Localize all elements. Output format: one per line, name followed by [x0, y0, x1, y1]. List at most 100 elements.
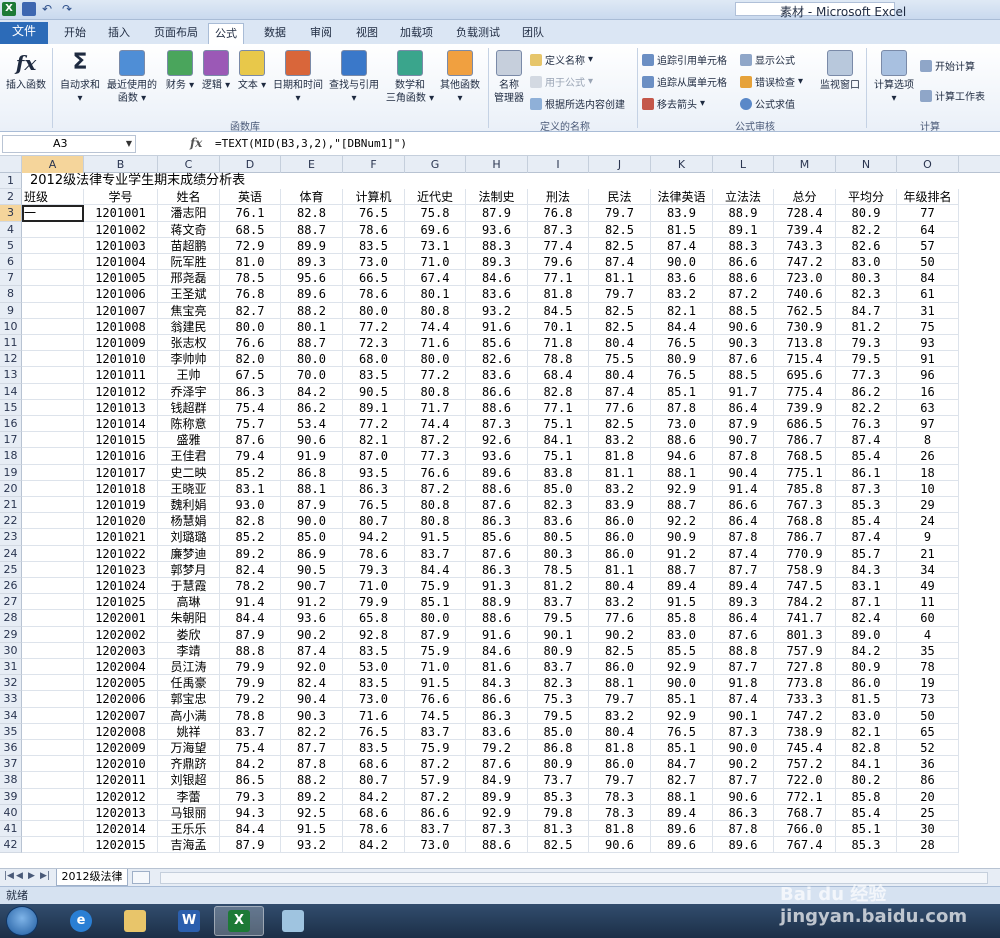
cell[interactable]: 85.1 [651, 740, 713, 757]
cell[interactable]: 87.4 [836, 432, 897, 449]
cell[interactable]: 16 [897, 383, 959, 400]
next-sheet-icon[interactable]: ▶ [28, 871, 35, 881]
cell[interactable] [22, 318, 84, 335]
cell[interactable] [22, 416, 84, 433]
cell[interactable]: 80.8 [405, 513, 466, 530]
cell[interactable]: 88.1 [651, 788, 713, 805]
cell[interactable]: 92.9 [651, 480, 713, 497]
cell[interactable]: 90.4 [713, 464, 774, 481]
cell[interactable]: 1201015 [84, 432, 158, 449]
cell[interactable]: 82.1 [836, 723, 897, 740]
cell[interactable]: 57.9 [405, 772, 466, 789]
cell[interactable]: 1202014 [84, 821, 158, 838]
taskbar-excel[interactable]: X [214, 906, 264, 936]
sheet-tab-active[interactable]: 2012级法律 [56, 869, 128, 886]
cell[interactable]: 93.2 [466, 302, 528, 319]
row-header[interactable]: 38 [0, 772, 22, 789]
cell[interactable]: 87.4 [836, 529, 897, 546]
cell[interactable] [22, 399, 84, 416]
cell[interactable]: 79.6 [528, 254, 589, 271]
cell[interactable] [22, 675, 84, 692]
cell[interactable]: 80.0 [220, 318, 281, 335]
cell[interactable]: 775.1 [774, 464, 836, 481]
cell[interactable]: 79.7 [589, 286, 651, 303]
cell[interactable]: 87.3 [466, 821, 528, 838]
cell[interactable]: 77.2 [343, 416, 405, 433]
cell[interactable]: 88.6 [466, 480, 528, 497]
cell[interactable]: 1202001 [84, 610, 158, 627]
row-header[interactable]: 17 [0, 432, 22, 449]
cell[interactable]: 78 [897, 659, 959, 676]
cell[interactable]: 86.3 [466, 513, 528, 530]
cell[interactable]: 80.0 [405, 610, 466, 627]
cell[interactable]: 84.3 [466, 675, 528, 692]
cell[interactable]: 747.2 [774, 707, 836, 724]
header-cell[interactable]: 刑法 [528, 189, 589, 206]
cell[interactable]: 71.0 [343, 578, 405, 595]
cell[interactable]: 11 [897, 594, 959, 611]
cell[interactable] [22, 480, 84, 497]
cell[interactable]: 86.0 [589, 529, 651, 546]
cell[interactable]: 88.7 [281, 335, 343, 352]
cell[interactable]: 84.7 [651, 756, 713, 773]
cell[interactable]: 83.7 [528, 659, 589, 676]
cell[interactable]: 姚祥 [158, 723, 220, 740]
cell[interactable] [22, 513, 84, 530]
cell[interactable]: 90.1 [528, 626, 589, 643]
row-header[interactable]: 10 [0, 318, 22, 335]
cell[interactable]: 762.5 [774, 302, 836, 319]
logical-button[interactable]: 逻辑 ▾ [198, 50, 234, 92]
cell[interactable]: 87.3 [528, 221, 589, 238]
cell[interactable]: 68.6 [343, 756, 405, 773]
cell[interactable]: 86.0 [836, 675, 897, 692]
header-cell[interactable]: 民法 [589, 189, 651, 206]
cell[interactable]: 90.6 [589, 837, 651, 854]
column-header-i[interactable]: I [528, 156, 589, 173]
cell[interactable]: 1202012 [84, 788, 158, 805]
cell[interactable]: 31 [897, 302, 959, 319]
cell[interactable]: 88.8 [220, 642, 281, 659]
cell[interactable]: 91.6 [466, 626, 528, 643]
cell[interactable]: 87.6 [466, 497, 528, 514]
cell[interactable]: 85.0 [528, 480, 589, 497]
cell[interactable]: 53.4 [281, 416, 343, 433]
cell[interactable]: 63 [897, 399, 959, 416]
cell[interactable]: 20 [897, 788, 959, 805]
cell[interactable] [22, 529, 84, 546]
cell[interactable]: 768.8 [774, 513, 836, 530]
header-cell[interactable]: 班级 [22, 189, 84, 206]
cell[interactable]: 1202008 [84, 723, 158, 740]
row-header[interactable]: 27 [0, 594, 22, 611]
cell[interactable]: 81.8 [589, 448, 651, 465]
cell[interactable]: 1202013 [84, 804, 158, 821]
tab-data[interactable]: 数据 [258, 23, 292, 44]
cell[interactable]: 84.4 [220, 610, 281, 627]
cell[interactable]: 1201019 [84, 497, 158, 514]
tab-team[interactable]: 团队 [516, 23, 550, 44]
cell[interactable]: 1201007 [84, 302, 158, 319]
cell[interactable]: 78.3 [589, 804, 651, 821]
cell[interactable]: 王佳君 [158, 448, 220, 465]
cell[interactable]: 80.8 [405, 497, 466, 514]
cell[interactable] [22, 335, 84, 352]
cell[interactable]: 92.9 [651, 707, 713, 724]
row-header[interactable]: 9 [0, 302, 22, 319]
cell[interactable]: 80.3 [836, 270, 897, 287]
cell[interactable]: 90.5 [281, 561, 343, 578]
cell[interactable]: 1202015 [84, 837, 158, 854]
cell[interactable]: 741.7 [774, 610, 836, 627]
cell[interactable]: 87.6 [713, 626, 774, 643]
column-header-b[interactable]: B [84, 156, 158, 173]
select-all-corner[interactable] [0, 156, 22, 173]
row-header[interactable]: 2 [0, 189, 22, 206]
cell[interactable]: 82.5 [589, 221, 651, 238]
cell[interactable]: 94.3 [220, 804, 281, 821]
row-header[interactable]: 6 [0, 254, 22, 271]
cell[interactable]: 81.2 [836, 318, 897, 335]
cell[interactable]: 94.2 [343, 529, 405, 546]
cell[interactable]: 80.8 [405, 302, 466, 319]
cell[interactable]: 阮军胜 [158, 254, 220, 271]
cell[interactable]: 88.7 [651, 561, 713, 578]
column-header-d[interactable]: D [220, 156, 281, 173]
name-manager-button[interactable]: 名称 管理器 [490, 50, 528, 105]
